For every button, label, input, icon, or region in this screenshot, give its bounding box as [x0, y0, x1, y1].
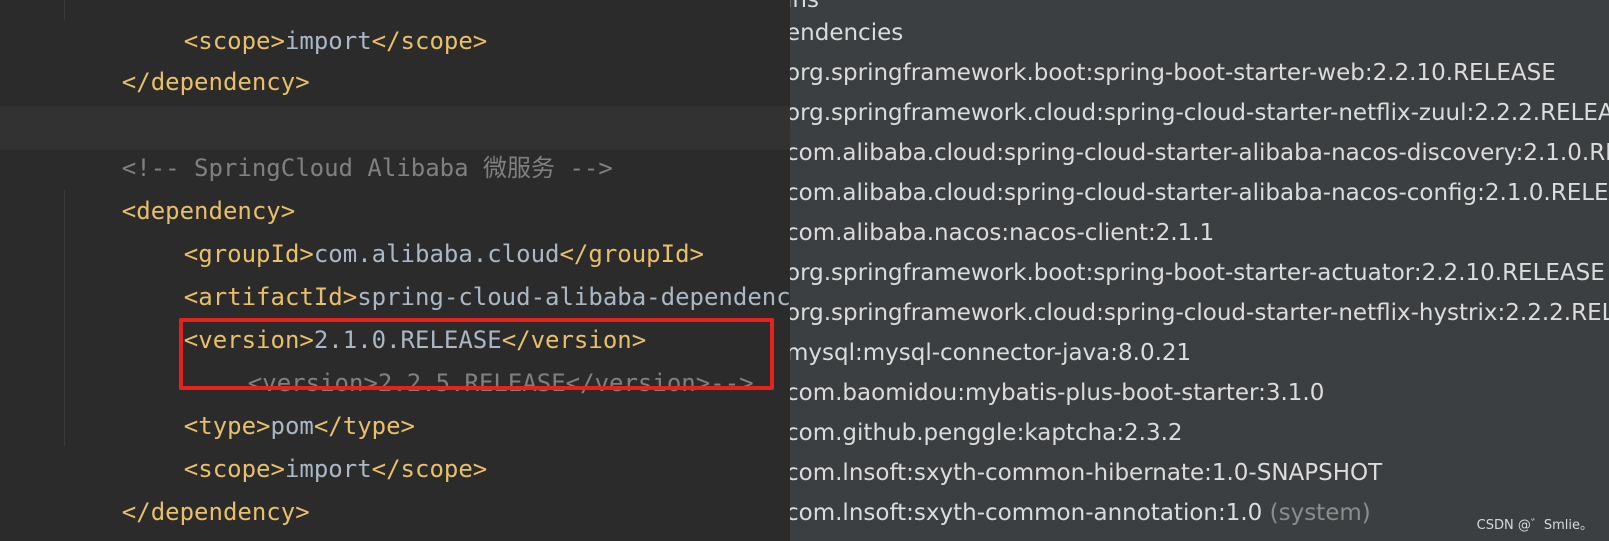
code-line[interactable]: </dependency>	[64, 452, 310, 526]
dependency-scope: (system)	[1269, 500, 1371, 526]
dependency-label: com.lnsoft:sxyth-common-annotation:1.0	[790, 500, 1263, 526]
dependency-item[interactable]: com.baomidou:mybatis-plus-boot-starter:3…	[790, 373, 1324, 413]
dependency-item[interactable]: com.github.penggle:kaptcha:2.3.2	[790, 413, 1183, 453]
dependency-item[interactable]: mysql:mysql-connector-java:8.0.21	[790, 333, 1191, 373]
dependency-item[interactable]: org.springframework.boot:spring-boot-sta…	[790, 253, 1605, 293]
dependency-item[interactable]: org.springframework.cloud:spring-cloud-s…	[790, 93, 1609, 133]
xml-close-tag: </dependency>	[121, 68, 310, 96]
watermark: CSDN @゛Smlie。	[1476, 518, 1593, 533]
dependency-item[interactable]: com.lnsoft:sxyth-common-annotation:1.0 (…	[790, 493, 1371, 533]
code-line[interactable]: <dependency>	[64, 151, 295, 225]
code-line[interactable]: <artifactId>spring-cloud-alibaba-depende…	[126, 237, 790, 311]
indent-guide	[64, 0, 65, 20]
code-line[interactable]: </dependency>	[64, 22, 310, 96]
xml-close-tag: </dependency>	[121, 498, 310, 526]
dependency-item[interactable]: com.lnsoft:sxyth-common-hibernate:1.0-SN…	[790, 453, 1382, 493]
xml-close-tag: </scope>	[371, 455, 488, 483]
xml-close-tag: </scope>	[371, 27, 488, 55]
dependency-item[interactable]: com.alibaba.cloud:spring-cloud-starter-a…	[790, 173, 1609, 213]
code-line[interactable]: <!-- SpringCloud Alibaba 微服务 -->	[64, 108, 613, 182]
code-line[interactable]: <scope>import</scope>	[126, 409, 487, 483]
dependency-item[interactable]: org.springframework.boot:spring-boot-sta…	[790, 53, 1556, 93]
tree-node-dependencies[interactable]: endencies	[790, 13, 903, 53]
dependency-item[interactable]: org.springframework.cloud:spring-cloud-s…	[790, 293, 1609, 333]
code-line[interactable]: <version>2.1.0.RELEASE</version>	[126, 280, 646, 354]
dependency-item[interactable]: com.alibaba.cloud:spring-cloud-starter-a…	[790, 133, 1609, 173]
code-line[interactable]: <scope>import</scope>	[126, 0, 487, 55]
red-annotation-box	[179, 318, 774, 390]
maven-dependencies-panel[interactable]: ins endencies org.springframework.boot:s…	[790, 0, 1609, 541]
code-editor[interactable]: <scope>import</scope> </dependency> <!--…	[0, 0, 790, 541]
dependency-item[interactable]: com.alibaba.nacos:nacos-client:2.1.1	[790, 213, 1214, 253]
code-line[interactable]: <groupId>com.alibaba.cloud</groupId>	[126, 194, 704, 268]
